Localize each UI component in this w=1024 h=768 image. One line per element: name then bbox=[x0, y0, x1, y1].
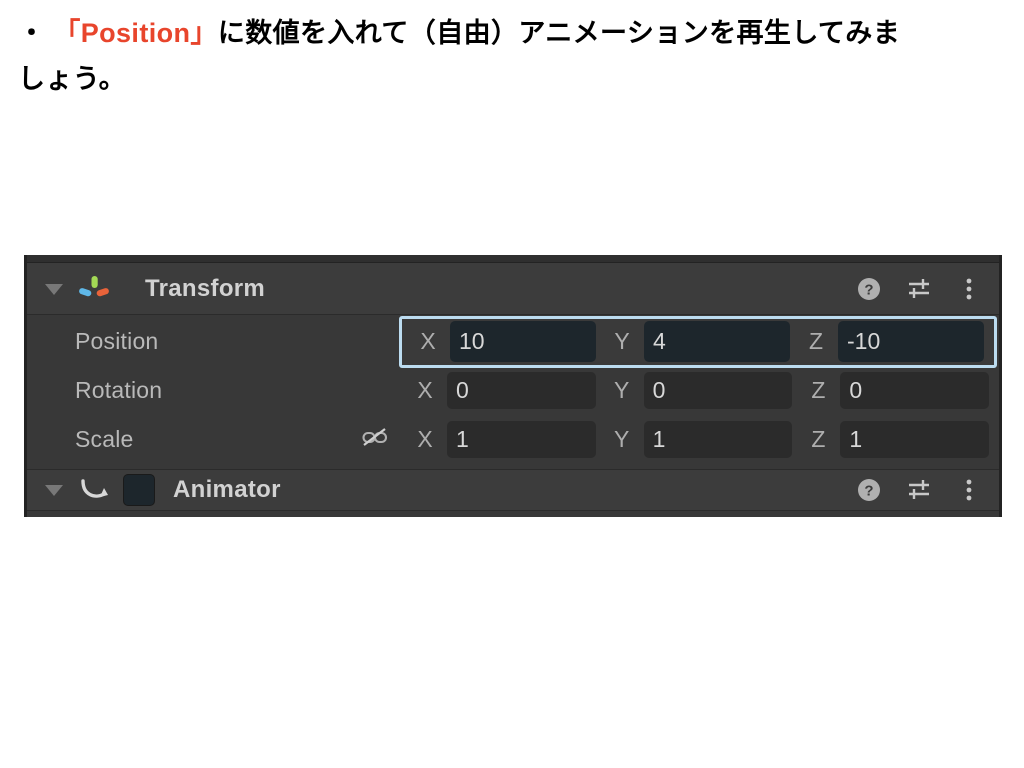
animator-component-header[interactable]: Animator ? bbox=[27, 469, 999, 511]
position-label: Position bbox=[75, 328, 159, 354]
scale-vector3-field[interactable]: X 1 Y 1 Z 1 bbox=[399, 418, 999, 462]
rotation-z-input[interactable]: 0 bbox=[840, 372, 990, 409]
animator-foldout-triangle-icon[interactable] bbox=[41, 482, 67, 498]
rotation-x-input[interactable]: 0 bbox=[447, 372, 596, 409]
position-vector3-field[interactable]: X 10 Y 4 Z -10 bbox=[399, 315, 997, 368]
rotation-z-axis-label: Z bbox=[811, 377, 826, 403]
scale-x-axis-label: X bbox=[417, 426, 433, 452]
position-z-input[interactable]: -10 bbox=[838, 321, 984, 362]
position-x-axis-label: X bbox=[420, 328, 436, 354]
transform-component-header[interactable]: Transform ? bbox=[27, 263, 999, 315]
scale-x-input[interactable]: 1 bbox=[447, 421, 596, 458]
rotation-vector3-field[interactable]: X 0 Y 0 Z 0 bbox=[399, 369, 999, 413]
transform-properties: Position X 10 Y 4 Z -10 Rotation X 0 Y 0… bbox=[27, 315, 999, 464]
animator-header-tools: ? bbox=[855, 470, 983, 510]
scale-z-axis-label: Z bbox=[811, 426, 826, 452]
unity-inspector-panel: Transform ? Position X 10 Y 4 Z -10 Rota… bbox=[24, 255, 1002, 517]
caption-highlight: 「Position」 bbox=[53, 18, 218, 48]
position-x-input[interactable]: 10 bbox=[450, 321, 596, 362]
caption-bullet: ・ bbox=[18, 18, 46, 48]
rotation-y-input[interactable]: 0 bbox=[643, 372, 793, 409]
help-icon[interactable]: ? bbox=[855, 275, 883, 303]
transform-header-tools: ? bbox=[855, 263, 983, 314]
transform-foldout-triangle-icon[interactable] bbox=[41, 281, 67, 297]
more-menu-icon[interactable] bbox=[955, 476, 983, 504]
settings-sliders-icon[interactable] bbox=[905, 275, 933, 303]
rotation-x-axis-label: X bbox=[417, 377, 433, 403]
slide-caption: ・ 「Position」に数値を入れて（自由）アニメーションを再生してみま しょ… bbox=[18, 10, 1004, 102]
scale-row: Scale X 1 Y 1 Z 1 bbox=[27, 415, 999, 464]
rotation-row: Rotation X 0 Y 0 Z 0 bbox=[27, 366, 999, 415]
animator-icon bbox=[73, 473, 115, 507]
more-menu-icon[interactable] bbox=[955, 275, 983, 303]
position-z-axis-label: Z bbox=[808, 328, 824, 354]
caption-rest: に数値を入れて（自由）アニメーションを再生してみま bbox=[217, 18, 901, 48]
scale-label: Scale bbox=[75, 426, 134, 452]
panel-top-strip bbox=[27, 255, 999, 263]
scale-y-axis-label: Y bbox=[614, 426, 630, 452]
rotation-y-axis-label: Y bbox=[614, 377, 630, 403]
scale-z-input[interactable]: 1 bbox=[840, 421, 990, 458]
scale-y-input[interactable]: 1 bbox=[643, 421, 793, 458]
transform-gizmo-icon bbox=[73, 272, 115, 306]
svg-text:?: ? bbox=[864, 483, 873, 500]
animator-enabled-checkbox[interactable] bbox=[123, 474, 155, 506]
position-y-axis-label: Y bbox=[614, 328, 630, 354]
caption-line2: しょう。 bbox=[18, 64, 126, 94]
position-row: Position X 10 Y 4 Z -10 bbox=[27, 315, 999, 368]
position-y-input[interactable]: 4 bbox=[644, 321, 790, 362]
help-icon[interactable]: ? bbox=[855, 476, 883, 504]
rotation-label: Rotation bbox=[75, 377, 163, 403]
settings-sliders-icon[interactable] bbox=[905, 476, 933, 504]
animator-title: Animator bbox=[173, 476, 281, 503]
scale-link-slot[interactable] bbox=[351, 425, 399, 455]
broken-link-icon[interactable] bbox=[360, 425, 390, 455]
svg-text:?: ? bbox=[864, 281, 873, 298]
transform-title: Transform bbox=[145, 274, 266, 302]
